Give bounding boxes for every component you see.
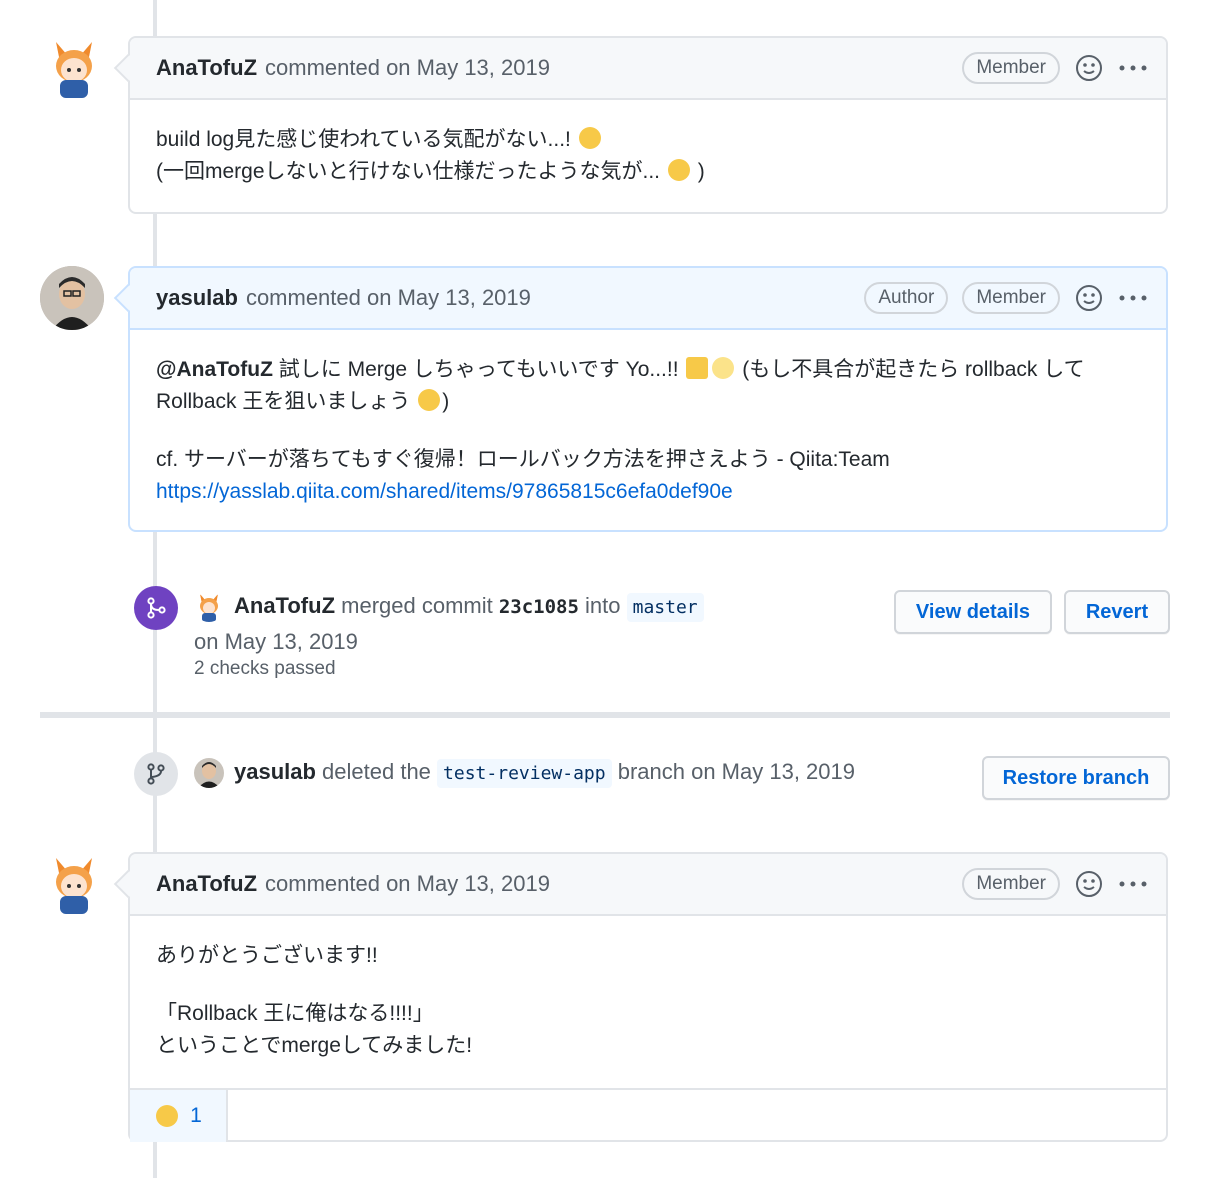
- smile-emoji-icon: [156, 1105, 179, 1127]
- comment-header: AnaTofuZ commented on May 13, 2019 Membe…: [130, 38, 1166, 100]
- branch-name[interactable]: test-review-app: [437, 759, 612, 788]
- comment-text: 試しに Merge しちゃってもいいです Yo...!!: [272, 358, 685, 381]
- avatar[interactable]: [40, 266, 104, 330]
- kebab-icon[interactable]: [1118, 53, 1148, 83]
- comment-text: 「Rollback 王に俺はなる!!!!」: [156, 1002, 434, 1025]
- avatar[interactable]: [42, 852, 106, 916]
- git-branch-icon: [134, 752, 178, 796]
- restore-branch-button[interactable]: Restore branch: [982, 756, 1170, 800]
- comment-card: AnaTofuZ commented on May 13, 2019 Membe…: [128, 852, 1168, 1142]
- comment-text: (もし不具合が起きたら rollback して: [736, 358, 1085, 381]
- comment-text: (一回mergeしないと行けない仕様だったような気が...: [156, 160, 666, 183]
- comment-body: ありがとうございます!! 「Rollback 王に俺はなる!!!!」 ということ…: [130, 916, 1166, 1088]
- kebab-icon[interactable]: [1118, 283, 1148, 313]
- merge-text: into: [578, 593, 627, 618]
- smiley-icon[interactable]: [1074, 283, 1104, 313]
- comment-timestamp[interactable]: commented on May 13, 2019: [265, 871, 550, 897]
- commit-sha[interactable]: 23c1085: [499, 596, 579, 618]
- reaction-count: 1: [190, 1104, 202, 1127]
- member-badge: Member: [962, 282, 1060, 314]
- kebab-icon[interactable]: [1118, 869, 1148, 899]
- smiley-icon[interactable]: [1074, 53, 1104, 83]
- qiita-link[interactable]: https://yasslab.qiita.com/shared/items/9…: [156, 480, 733, 503]
- comment-text: Rollback 王を狙いましょう: [156, 390, 417, 413]
- avatar[interactable]: [42, 36, 106, 100]
- revert-button[interactable]: Revert: [1064, 590, 1170, 634]
- merge-event-line: AnaTofuZ merged commit 23c1085 into mast…: [234, 590, 704, 624]
- timeline-divider: [40, 712, 1170, 718]
- member-badge: Member: [962, 868, 1060, 900]
- sparkles-emoji-icon: [712, 357, 735, 379]
- comment-text: ): [442, 390, 450, 413]
- reaction-button[interactable]: 1: [130, 1090, 228, 1142]
- merge-date[interactable]: on May 13, 2019: [194, 626, 358, 658]
- author-badge: Author: [864, 282, 949, 314]
- delete-text: deleted the: [315, 759, 438, 784]
- comment-author[interactable]: AnaTofuZ: [156, 55, 257, 81]
- delete-event-line: yasulab deleted the test-review-app bran…: [234, 756, 855, 790]
- view-details-button[interactable]: View details: [894, 590, 1052, 634]
- sad-emoji-icon: [578, 127, 601, 149]
- git-merge-icon: [134, 586, 178, 630]
- comment-author[interactable]: AnaTofuZ: [156, 871, 257, 897]
- branch-name[interactable]: master: [626, 593, 704, 622]
- comment-header: yasulab commented on May 13, 2019 Author…: [130, 268, 1166, 330]
- rofl-emoji-icon: [418, 389, 441, 411]
- delete-text: branch on May 13, 2019: [611, 759, 855, 784]
- cf-text: cf. サーバーが落ちてもすぐ復帰！ロールバック方法を押さえよう - Qiita…: [156, 448, 890, 471]
- comment-timestamp[interactable]: commented on May 13, 2019: [246, 285, 531, 311]
- comment-body: @AnaTofuZ 試しに Merge しちゃってもいいです Yo...!! (…: [130, 330, 1166, 532]
- comment-text: ): [691, 160, 705, 183]
- delete-actor[interactable]: yasulab: [234, 759, 316, 784]
- comment-card: AnaTofuZ commented on May 13, 2019 Membe…: [128, 36, 1168, 214]
- comment-text: build log見た感じ使われている気配がない...!: [156, 128, 577, 151]
- comment-body: build log見た感じ使われている気配がない...! (一回mergeしない…: [130, 100, 1166, 212]
- user-mention[interactable]: @AnaTofuZ: [156, 358, 273, 381]
- comment-card: yasulab commented on May 13, 2019 Author…: [128, 266, 1168, 532]
- checks-status[interactable]: 2 checks passed: [194, 658, 336, 680]
- smiley-icon[interactable]: [1074, 869, 1104, 899]
- reactions-bar: 1: [130, 1088, 1166, 1142]
- comment-text: ということでmergeしてみました!: [156, 1034, 473, 1057]
- thinking-emoji-icon: [667, 159, 690, 181]
- member-badge: Member: [962, 52, 1060, 84]
- merge-actor[interactable]: AnaTofuZ: [234, 593, 335, 618]
- avatar[interactable]: [194, 758, 224, 788]
- merge-text: merged commit: [335, 593, 499, 618]
- thumbs-up-emoji-icon: [686, 357, 709, 379]
- avatar[interactable]: [194, 592, 224, 622]
- comment-author[interactable]: yasulab: [156, 285, 238, 311]
- comment-timestamp[interactable]: commented on May 13, 2019: [265, 55, 550, 81]
- comment-header: AnaTofuZ commented on May 13, 2019 Membe…: [130, 854, 1166, 916]
- comment-text: ありがとうございます!!: [156, 944, 378, 967]
